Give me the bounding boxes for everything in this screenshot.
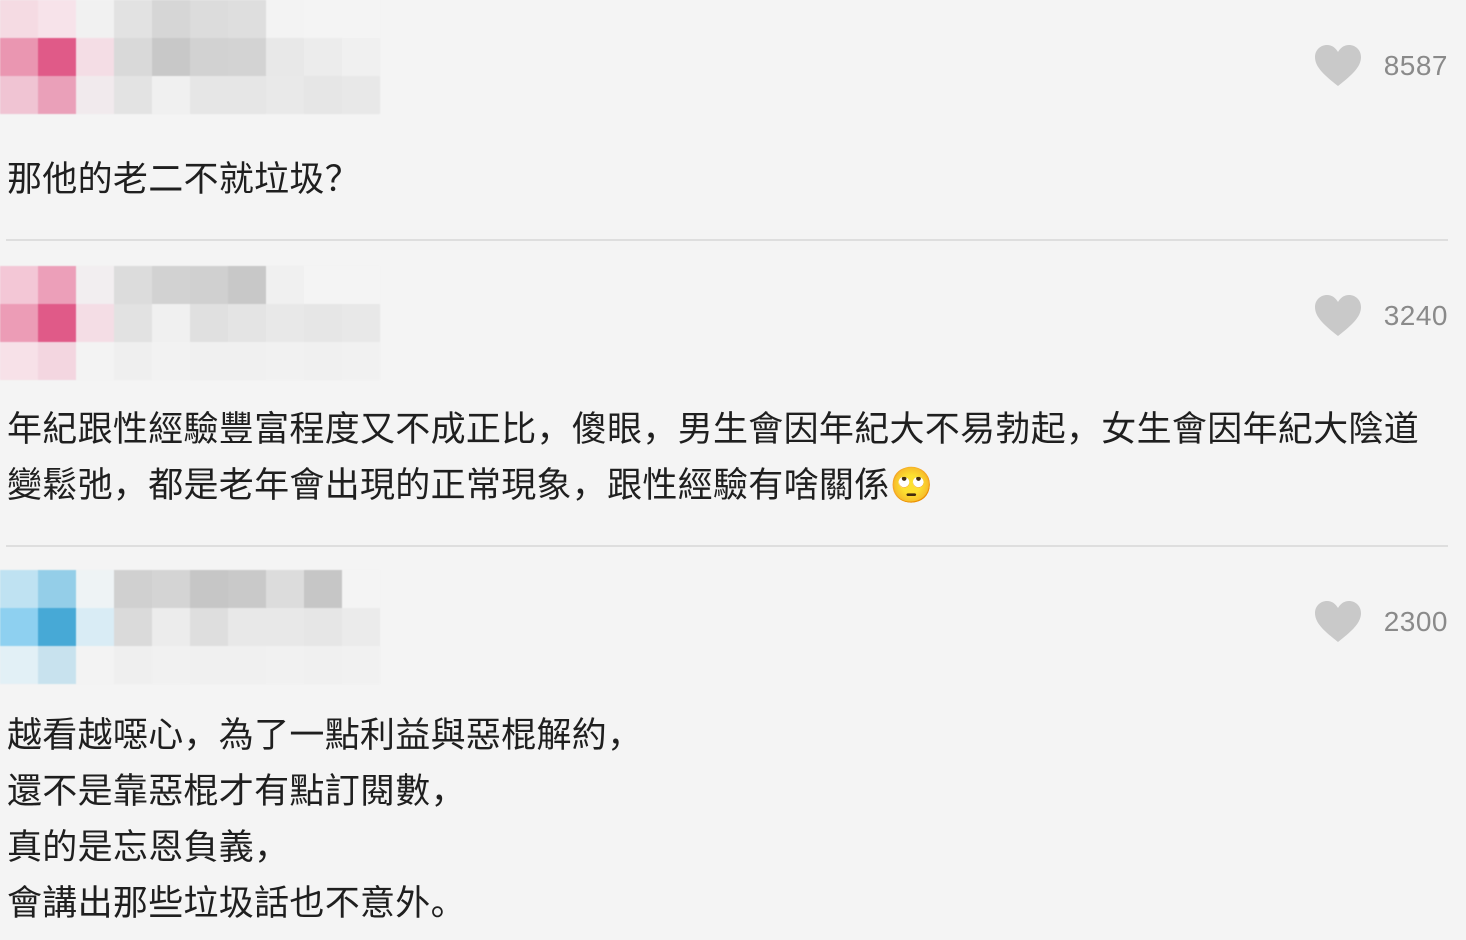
like-count: 2300 bbox=[1383, 606, 1448, 637]
comment-text: 那他的老二不就垃圾？ bbox=[7, 160, 361, 200]
divider bbox=[6, 239, 1448, 241]
like-count: 3240 bbox=[1383, 300, 1448, 331]
avatar-username-pixelated[interactable] bbox=[0, 570, 380, 684]
comment-feed: 8587 那他的老二不就垃圾？ 3240 年紀跟性經驗豐富程度又不成正比，傻眼，… bbox=[0, 0, 1466, 940]
like-control[interactable]: 2300 bbox=[1314, 600, 1448, 644]
divider bbox=[6, 545, 1448, 547]
avatar-username-pixelated[interactable] bbox=[0, 266, 380, 380]
heart-icon[interactable] bbox=[1314, 44, 1362, 88]
like-count: 8587 bbox=[1383, 50, 1448, 81]
avatar-username-pixelated[interactable] bbox=[0, 0, 380, 114]
heart-icon[interactable] bbox=[1314, 294, 1362, 338]
comment-text: 年紀跟性經驗豐富程度又不成正比，傻眼，男生會因年紀大不易勃起，女生會因年紀大陰道… bbox=[7, 410, 1420, 506]
like-control[interactable]: 3240 bbox=[1314, 294, 1448, 338]
like-control[interactable]: 8587 bbox=[1314, 44, 1448, 88]
comment-text: 越看越噁心，為了一點利益與惡棍解約， 還不是靠惡棍才有點訂閱數， 真的是忘恩負義… bbox=[7, 716, 643, 924]
heart-icon[interactable] bbox=[1314, 600, 1362, 644]
